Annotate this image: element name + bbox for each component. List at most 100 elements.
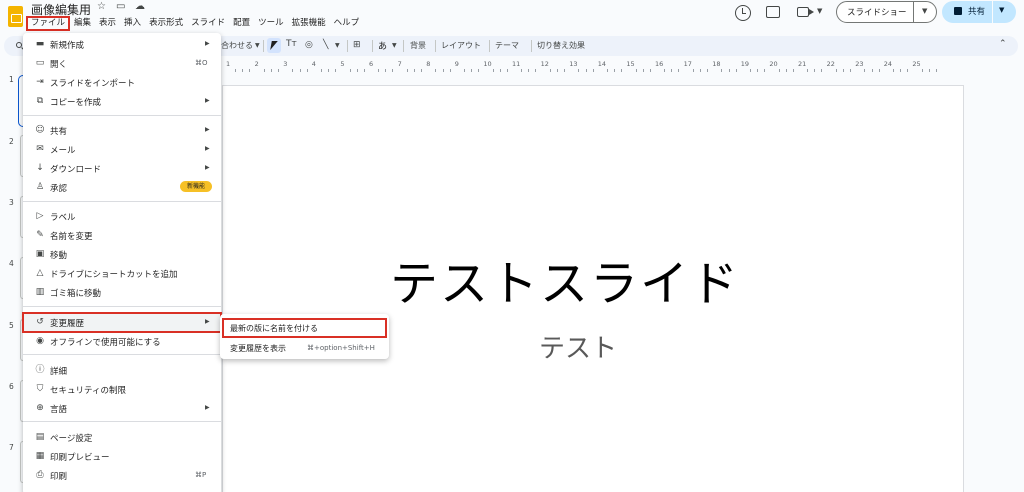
slides-logo-icon[interactable] (8, 6, 23, 27)
chevron-down-icon[interactable]: ▼ (392, 42, 397, 49)
menu-extensions[interactable]: 拡張機能 (288, 16, 330, 31)
menu-item-import[interactable]: ⇥ スライドをインポート (23, 73, 221, 92)
share-label: 共有 (968, 7, 986, 17)
menu-item-name-current-version[interactable]: 最新の版に名前を付ける (222, 318, 387, 338)
menu-item-version-history[interactable]: ↺ 変更履歴 ▶ (22, 312, 222, 333)
ruler-tick (935, 69, 937, 72)
print-preview-icon: ▦ (35, 451, 45, 461)
ruler-tick (328, 69, 330, 72)
move-folder-icon[interactable]: ▭ (116, 1, 125, 12)
menu-file[interactable]: ファイル (26, 16, 71, 31)
ruler-tick (728, 69, 730, 72)
submenu-arrow-icon: ▶ (205, 164, 210, 171)
menu-arrange[interactable]: 配置 (229, 16, 254, 31)
menu-item-share[interactable]: ☺ 共有 ▶ (23, 121, 221, 140)
ruler-tick (900, 69, 902, 72)
menu-tools[interactable]: ツール (254, 16, 288, 31)
chevron-up-icon[interactable]: ⌃ (999, 39, 1007, 49)
menu-item-print[interactable]: ⎙ 印刷 ⌘P (23, 466, 221, 485)
menu-item-language[interactable]: ⊕ 言語 ▶ (23, 399, 221, 418)
line-icon[interactable]: ╲ (323, 40, 328, 50)
slide-number: 6 (9, 382, 14, 391)
ruler-tick (878, 69, 880, 72)
ruler-number: 17 (683, 60, 692, 68)
menu-item-details[interactable]: ⓘ 詳細 (23, 361, 221, 380)
ruler-number: 3 (283, 60, 288, 68)
menu-item-rename[interactable]: ✎ 名前を変更 (23, 226, 221, 245)
ruler-tick (406, 69, 408, 72)
select-cursor-icon[interactable] (267, 38, 281, 53)
ruler-tick (907, 69, 909, 72)
theme-button[interactable]: テーマ (495, 40, 519, 51)
globe-icon: ⊕ (36, 403, 44, 413)
menu-item-new[interactable]: ▬ 新規作成 ▶ (23, 35, 221, 54)
slide-subtitle-text[interactable]: テスト (539, 328, 617, 365)
ruler-tick (671, 69, 673, 72)
chevron-down-icon[interactable]: ▼ (999, 6, 1004, 14)
menu-item-page-setup[interactable]: ▤ ページ設定 (23, 428, 221, 447)
menu-insert[interactable]: 挿入 (120, 16, 145, 31)
chevron-down-icon[interactable]: ▼ (922, 7, 927, 15)
menu-item-add-shortcut[interactable]: △ ドライブにショートカットを追加 (23, 264, 221, 283)
history-icon: ↺ (36, 317, 44, 327)
slideshow-button[interactable]: スライドショー ▼ (836, 1, 937, 23)
slide-title-text[interactable]: テストスライド (390, 244, 740, 314)
menu-item-print-preview[interactable]: ▦ 印刷プレビュー (23, 447, 221, 466)
divider (489, 40, 490, 52)
menu-item-email[interactable]: ✉ メール ▶ (23, 140, 221, 159)
menu-item-trash[interactable]: ▥ ゴミ箱に移動 (23, 283, 221, 302)
ruler-tick (807, 69, 809, 72)
meet-icon[interactable] (797, 7, 814, 17)
slide-number: 7 (9, 443, 14, 452)
submenu-arrow-icon: ▶ (205, 145, 210, 152)
input-tools-button[interactable]: あ (378, 39, 387, 52)
shortcut-hint: ⌘O (195, 59, 208, 67)
ruler-tick (928, 69, 930, 72)
menu-item-copy[interactable]: ⧉ コピーを作成 ▶ (23, 92, 221, 111)
menu-item-label[interactable]: ▷ ラベル (23, 207, 221, 226)
share-button[interactable]: 共有 ▼ (942, 1, 1016, 23)
ruler-tick (242, 69, 244, 72)
menu-item-open[interactable]: ▭ 開く ⌘O (23, 54, 221, 73)
menu-item-move[interactable]: ▣ 移動 (23, 245, 221, 264)
comments-icon[interactable] (766, 6, 780, 18)
printer-icon: ⎙ (36, 470, 44, 480)
ruler-tick (664, 69, 666, 72)
menu-item-approval[interactable]: ♙ 承認 新機能 (23, 178, 221, 197)
zoom-fit-dropdown[interactable]: 合わせる (221, 40, 253, 51)
menu-format[interactable]: 表示形式 (145, 16, 187, 31)
ruler-tick (535, 69, 537, 72)
menu-item-download[interactable]: ↓ ダウンロード ▶ (23, 159, 221, 178)
ruler-tick (278, 69, 280, 72)
chevron-down-icon[interactable]: ▼ (255, 42, 260, 49)
menu-item-offline[interactable]: ◉ オフラインで使用可能にする (23, 332, 221, 351)
ruler-tick (299, 69, 301, 72)
menu-view[interactable]: 表示 (95, 16, 120, 31)
menu-help[interactable]: ヘルプ (330, 16, 364, 31)
chevron-down-icon[interactable]: ▼ (817, 7, 822, 15)
menu-slide[interactable]: スライド (187, 16, 229, 31)
pencil-icon: ✎ (36, 230, 44, 240)
menu-edit[interactable]: 編集 (70, 16, 95, 31)
star-icon[interactable]: ☆ (97, 1, 106, 12)
background-button[interactable]: 背景 (410, 40, 426, 51)
ruler-tick (835, 69, 837, 72)
menu-item-show-version-history[interactable]: 変更履歴を表示 ⌘+option+Shift+H (220, 339, 389, 357)
version-history-icon[interactable] (735, 5, 751, 21)
layout-button[interactable]: レイアウト (441, 40, 481, 51)
new-comment-icon[interactable]: ⊞ (353, 40, 361, 50)
submenu-arrow-icon: ▶ (205, 404, 210, 411)
menu-item-security[interactable]: ⛉ セキュリティの制限 (23, 380, 221, 399)
ruler-tick (621, 69, 623, 72)
ruler-tick (721, 69, 723, 72)
info-icon: ⓘ (35, 365, 45, 375)
approval-icon: ♙ (35, 182, 45, 192)
chevron-down-icon[interactable]: ▼ (335, 42, 340, 49)
search-menus-icon[interactable] (16, 42, 22, 48)
ruler-tick (435, 69, 437, 72)
ruler-number: 8 (426, 60, 431, 68)
shape-icon[interactable]: ◎ (305, 40, 313, 50)
text-box-icon[interactable]: Tт (286, 39, 297, 49)
ruler-tick (649, 69, 651, 72)
transition-button[interactable]: 切り替え効果 (537, 40, 585, 51)
